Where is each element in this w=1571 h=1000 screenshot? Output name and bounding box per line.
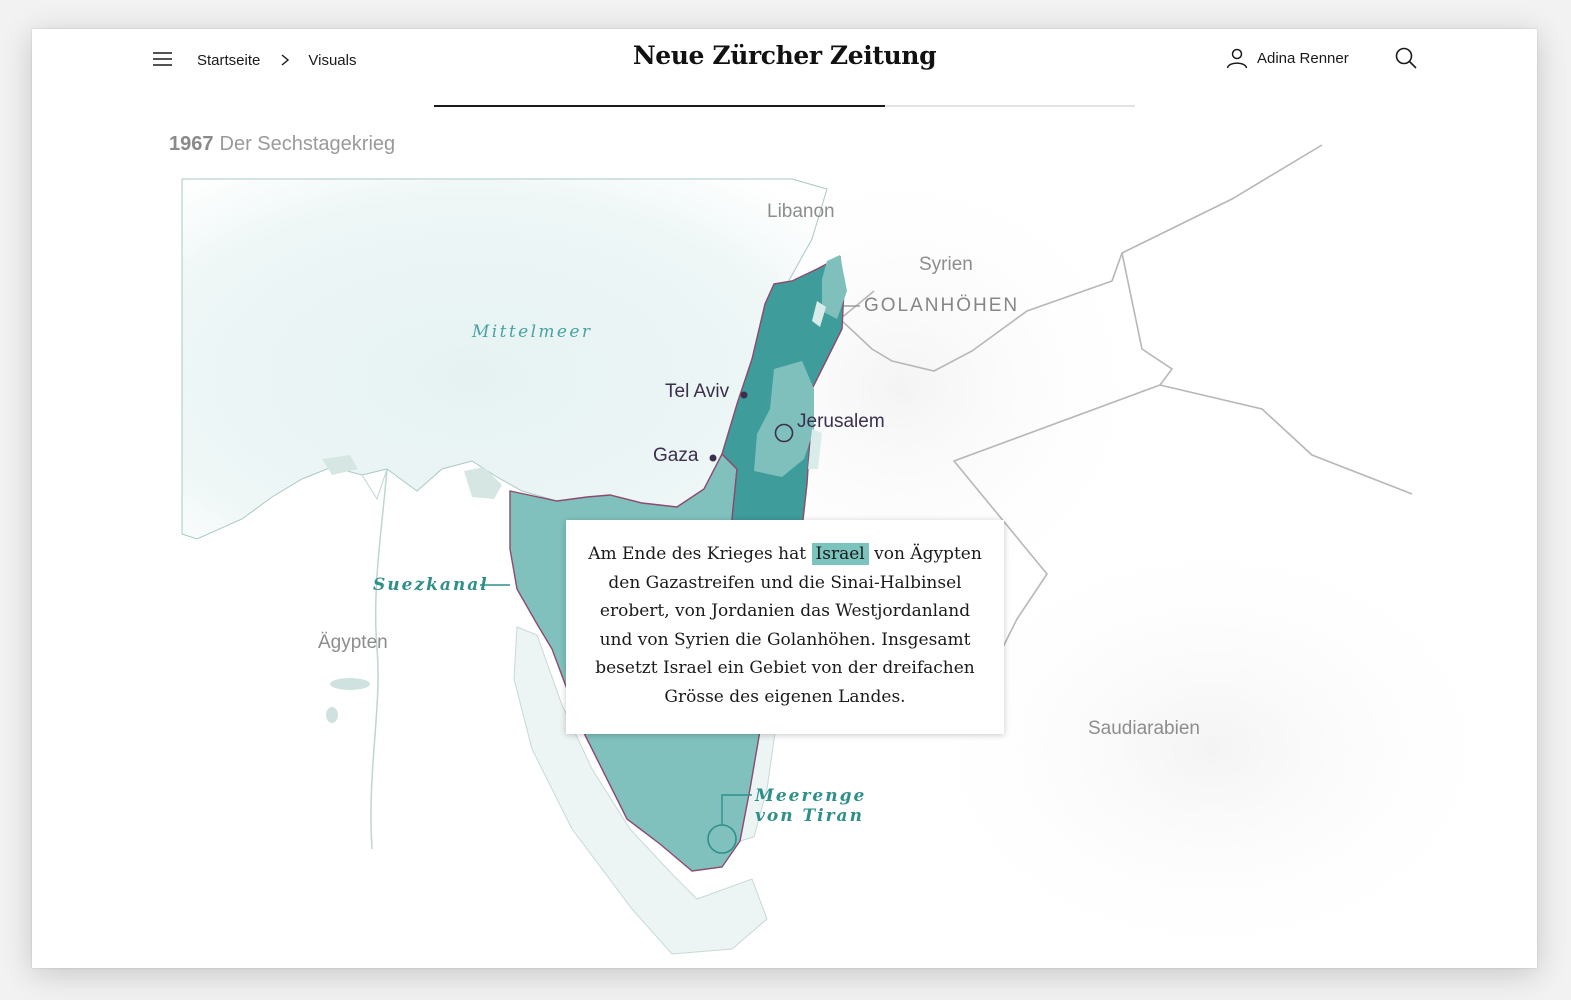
reading-progress-bar (434, 105, 1135, 107)
label-mittelmeer: Mittelmeer (472, 322, 593, 342)
browser-window: 1967 Der Sechstagekrieg Libanon Syrien GO… (32, 29, 1537, 968)
user-name: Adina Renner (1257, 49, 1349, 67)
label-suezkanal: Suezkanal (373, 575, 489, 595)
site-header: Startseite Visuals Neue Zürcher Zeitung … (32, 29, 1537, 109)
terrain-shade (952, 559, 1472, 939)
story-text-card: Am Ende des Krieges hat Israel von Ägypt… (566, 520, 1004, 734)
label-saudiarabien: Saudiarabien (1088, 718, 1200, 739)
section-title: 1967 Der Sechstagekrieg (169, 133, 395, 156)
label-jerusalem: Jerusalem (797, 411, 885, 432)
label-syrien: Syrien (919, 254, 973, 275)
nile-river (370, 468, 388, 850)
section-year: 1967 (169, 133, 214, 155)
card-text-end: von Ägypten den Gazastreifen und die Sin… (595, 544, 982, 707)
reading-progress-fill (434, 105, 885, 107)
label-aegypten: Ägypten (318, 632, 388, 653)
nzz-logo[interactable]: Neue Zürcher Zeitung (632, 41, 937, 70)
label-tiran-line2: von Tiran (755, 806, 864, 826)
search-icon[interactable] (1394, 46, 1418, 70)
chevron-right-icon (281, 54, 290, 66)
map: 1967 Der Sechstagekrieg Libanon Syrien GO… (32, 29, 1537, 968)
breadcrumb: Startseite Visuals (197, 49, 356, 71)
label-gaza: Gaza (653, 445, 699, 466)
label-libanon: Libanon (767, 201, 835, 222)
user-account[interactable]: Adina Renner (1225, 46, 1349, 70)
breadcrumb-visuals[interactable]: Visuals (308, 52, 356, 69)
gaza-dot (709, 454, 717, 462)
lake (326, 707, 338, 723)
lake (330, 678, 370, 690)
tel-aviv-dot (740, 391, 748, 399)
card-highlight-israel: Israel (811, 543, 869, 565)
map-canvas (181, 144, 1472, 955)
hamburger-menu-icon[interactable] (152, 49, 174, 71)
card-text-start: Am Ende des Krieges hat (588, 544, 812, 564)
breadcrumb-startseite[interactable]: Startseite (197, 52, 260, 69)
user-icon (1226, 48, 1248, 69)
label-golan: GOLANHÖHEN (864, 295, 1020, 316)
label-tel-aviv: Tel Aviv (665, 381, 730, 402)
section-name: Der Sechstagekrieg (219, 133, 396, 155)
label-tiran-line1: Meerenge (755, 786, 867, 806)
